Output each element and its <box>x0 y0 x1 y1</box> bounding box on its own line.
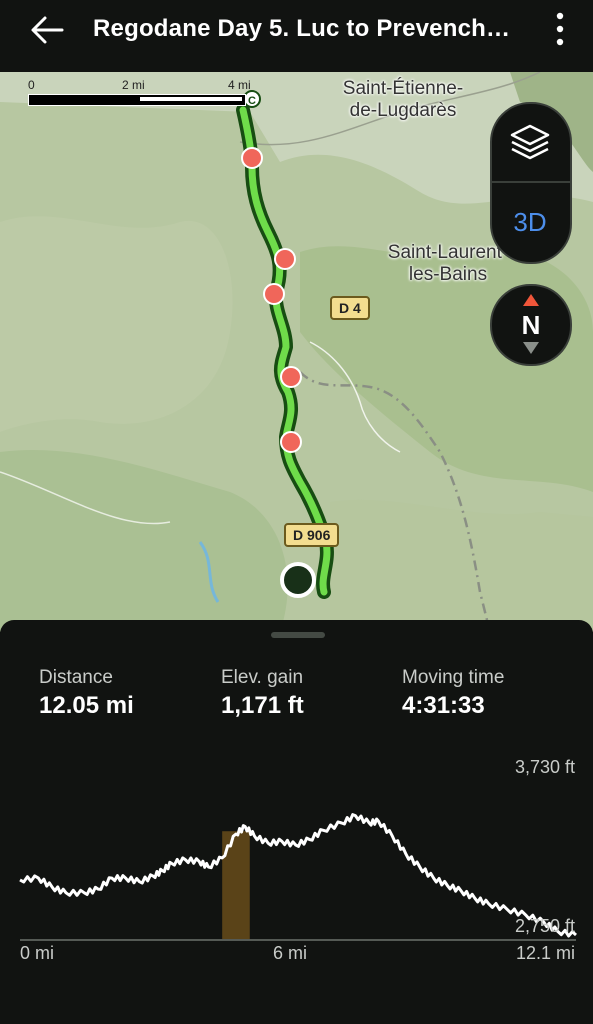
stat-label: Distance <box>39 667 113 688</box>
route-map[interactable]: C 0 2 mi 4 mi Saint-Étienne- de-Lugdarès… <box>0 72 593 632</box>
elevation-profile-chart[interactable]: 3,730 ft 2,750 ft 0 mi 6 mi 12.1 mi <box>0 745 593 975</box>
waypoint-marker <box>263 283 285 305</box>
scale-label: 2 mi <box>122 78 145 92</box>
waypoint-marker <box>280 366 302 388</box>
3d-toggle-button[interactable]: 3D <box>492 184 568 260</box>
compass-label: N <box>521 310 541 340</box>
waypoint-marker <box>274 248 296 270</box>
more-vertical-icon[interactable] <box>548 10 572 50</box>
y-tick-label: 2,750 ft <box>515 916 575 936</box>
stat-elevation-gain: Elev. gain 1,171 ft <box>221 666 304 722</box>
stat-label: Elev. gain <box>221 667 304 688</box>
stat-value: 1,171 ft <box>221 692 304 719</box>
x-tick-label: 12.1 mi <box>516 943 575 963</box>
compass-button[interactable]: N <box>490 284 572 366</box>
road-badge: D 906 <box>284 523 340 547</box>
end-marker <box>280 562 316 598</box>
scale-label: 4 mi <box>228 78 251 92</box>
waypoint-marker <box>241 147 263 169</box>
layers-icon <box>510 124 550 160</box>
road-badge: D 4 <box>330 296 370 320</box>
arrow-left-icon[interactable] <box>28 12 68 48</box>
waypoint-marker <box>280 431 302 453</box>
scale-bar: 0 2 mi 4 mi <box>28 76 258 106</box>
page-title: Regodane Day 5. Luc to Prevench… <box>93 15 511 42</box>
map-layer-controls: 3D <box>490 102 572 264</box>
elevation-series-line <box>19 813 577 938</box>
stat-value: 4:31:33 <box>402 692 485 719</box>
scale-label: 0 <box>28 78 35 92</box>
x-tick-label: 0 mi <box>20 943 54 963</box>
layers-button[interactable] <box>492 104 568 180</box>
stat-moving-time: Moving time 4:31:33 <box>402 666 504 722</box>
place-label: Saint-Étienne- de-Lugdarès <box>342 78 464 121</box>
stat-label: Moving time <box>402 667 505 688</box>
top-bar: Regodane Day 5. Luc to Prevench… <box>0 0 593 72</box>
y-tick-label: 3,730 ft <box>515 757 575 777</box>
stat-distance: Distance 12.05 mi <box>39 666 134 722</box>
sheet-drag-handle[interactable] <box>271 632 325 638</box>
route-stats-sheet: Distance 12.05 mi Elev. gain 1,171 ft Mo… <box>0 620 593 1024</box>
x-tick-label: 6 mi <box>273 943 307 963</box>
stat-value: 12.05 mi <box>39 692 134 719</box>
